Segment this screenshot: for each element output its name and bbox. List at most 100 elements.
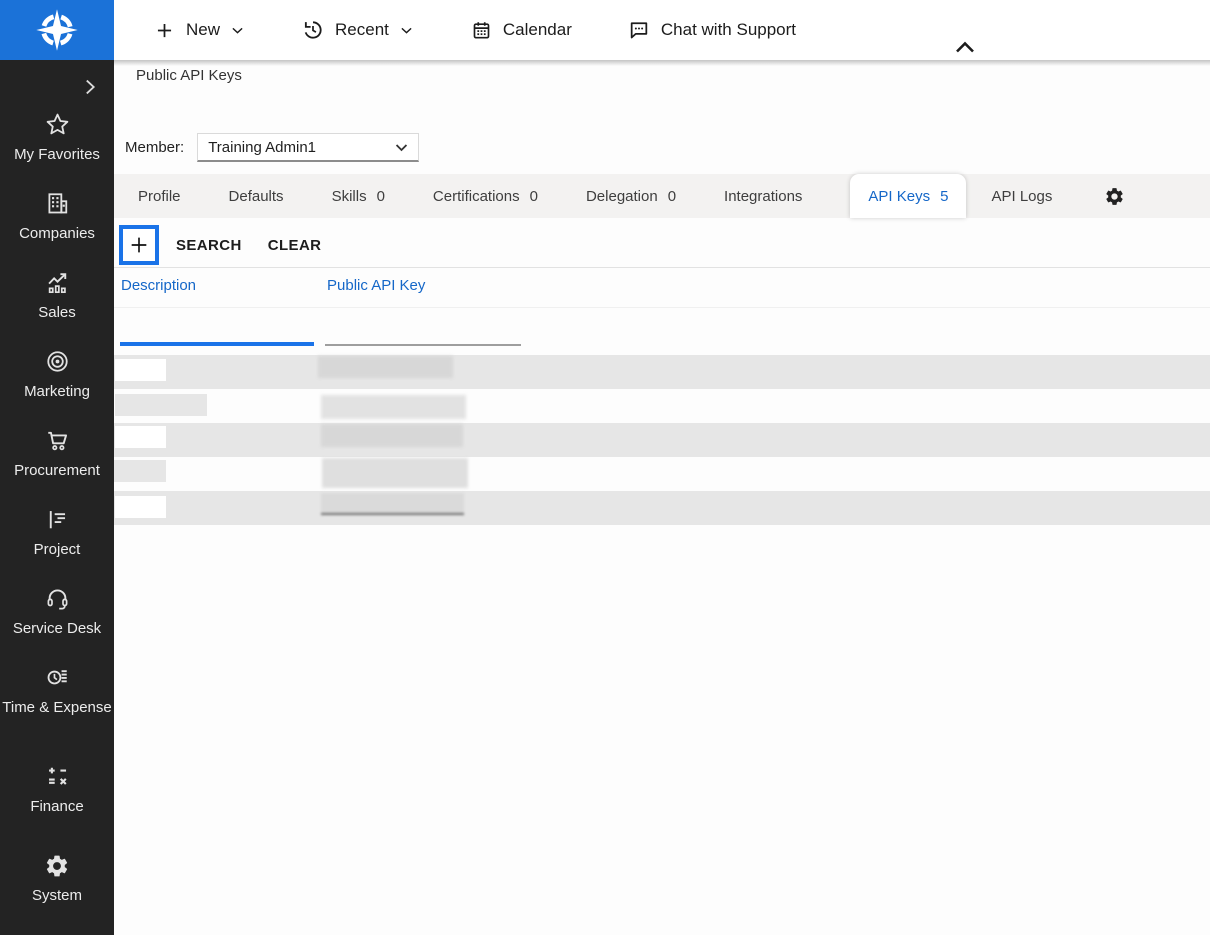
sidebar-item-label: System: [32, 886, 82, 906]
description-filter-input[interactable]: [120, 316, 314, 346]
sidebar-item-marketing[interactable]: Marketing: [0, 347, 114, 426]
gear-icon: [44, 852, 70, 879]
search-button[interactable]: SEARCH: [176, 237, 242, 254]
breadcrumb: Public API Keys: [136, 67, 242, 84]
tab-api-keys[interactable]: API Keys 5: [850, 174, 966, 218]
clear-button[interactable]: CLEAR: [268, 237, 322, 254]
chat-icon: [628, 19, 650, 41]
tab-count: 5: [940, 188, 948, 205]
tab-delegation[interactable]: Delegation 0: [586, 188, 676, 205]
sidebar-item-finance[interactable]: Finance: [0, 762, 114, 841]
main-content: Public API Keys Member: Training Admin1 …: [114, 60, 1210, 935]
cart-icon: [44, 427, 71, 454]
tab-label: Profile: [138, 188, 181, 205]
redacted-api-key-cell: [322, 458, 468, 488]
table-toolbar: SEARCH CLEAR: [119, 225, 321, 265]
menu-label: Recent: [335, 20, 389, 40]
tab-label: API Keys: [868, 188, 930, 205]
history-icon: [302, 19, 324, 41]
tab-certifications[interactable]: Certifications 0: [433, 188, 538, 205]
table-row[interactable]: [114, 423, 1210, 457]
chevron-down-icon: [398, 22, 415, 39]
sidebar-item-companies[interactable]: Companies: [0, 189, 114, 268]
table-row[interactable]: [114, 457, 1210, 491]
column-header-description[interactable]: Description: [121, 277, 196, 294]
sidebar-nav: My Favorites Companies: [0, 60, 114, 935]
chevron-down-icon: [229, 22, 246, 39]
member-select[interactable]: Training Admin1: [197, 133, 419, 162]
sidebar-item-sales[interactable]: Sales: [0, 268, 114, 347]
redacted-description-cell: [115, 359, 166, 381]
new-menu-button[interactable]: New: [154, 20, 246, 41]
sidebar-item-service-desk[interactable]: Service Desk: [0, 584, 114, 663]
redacted-description-cell: [115, 496, 166, 518]
buildings-icon: [44, 190, 71, 217]
table-body: [114, 355, 1210, 525]
sidebar-item-label: Marketing: [24, 382, 90, 402]
add-api-key-button[interactable]: [119, 225, 159, 265]
sidebar-item-label: Procurement: [14, 461, 100, 481]
tab-label: Skills: [332, 188, 367, 205]
toolbar-divider: [114, 267, 1210, 268]
tab-skills[interactable]: Skills 0: [332, 188, 385, 205]
public-api-key-filter-input[interactable]: [325, 316, 521, 346]
sidebar-item-project[interactable]: Project: [0, 505, 114, 584]
tab-label: API Logs: [991, 188, 1052, 205]
target-icon: [44, 348, 71, 375]
menu-label: Chat with Support: [661, 20, 796, 40]
sidebar-item-procurement[interactable]: Procurement: [0, 426, 114, 505]
tab-api-logs[interactable]: API Logs: [991, 188, 1052, 205]
compass-icon: [34, 7, 80, 53]
tab-count: 0: [530, 188, 538, 205]
recent-menu-button[interactable]: Recent: [302, 19, 415, 41]
table-row[interactable]: [114, 355, 1210, 389]
time-expense-icon: [44, 664, 71, 691]
top-bar: New Recent: [0, 0, 1210, 60]
chat-with-support-button[interactable]: Chat with Support: [628, 19, 796, 41]
star-icon: [44, 111, 71, 138]
member-label: Member:: [125, 139, 184, 156]
top-menu: New Recent: [154, 19, 852, 41]
redacted-api-key-cell: [321, 424, 463, 447]
sidebar-item-label: Service Desk: [13, 619, 101, 639]
sidebar-item-label: Time & Expense: [2, 698, 112, 718]
tab-profile[interactable]: Profile: [138, 188, 181, 205]
redacted-description-cell: [115, 394, 207, 416]
tab-label: Certifications: [433, 188, 520, 205]
sidebar-item-time-expense[interactable]: Time & Expense: [0, 663, 114, 762]
sidebar-item-label: Finance: [30, 797, 83, 817]
tab-count: 0: [668, 188, 676, 205]
member-select-value: Training Admin1: [208, 139, 316, 156]
redacted-api-key-cell: [318, 356, 453, 378]
tab-label: Defaults: [229, 188, 284, 205]
calendar-menu-button[interactable]: Calendar: [471, 20, 572, 41]
calendar-icon: [471, 20, 492, 41]
menu-label: Calendar: [503, 20, 572, 40]
tab-integrations[interactable]: Integrations: [724, 188, 802, 205]
header-divider: [114, 307, 1210, 308]
chevron-up-icon[interactable]: [953, 38, 977, 56]
gear-icon[interactable]: [1104, 186, 1125, 207]
redacted-api-key-cell: [321, 493, 464, 515]
connectwise-logo[interactable]: [0, 0, 114, 60]
sidebar-item-my-favorites[interactable]: My Favorites: [0, 110, 114, 189]
table-header: Description Public API Key: [114, 274, 1210, 307]
chevron-right-icon[interactable]: [79, 74, 101, 100]
column-header-public-api-key[interactable]: Public API Key: [327, 277, 425, 294]
table-row[interactable]: [114, 491, 1210, 525]
tab-count: 0: [377, 188, 385, 205]
tab-label: Delegation: [586, 188, 658, 205]
table-row[interactable]: [114, 389, 1210, 423]
plus-icon: [128, 234, 150, 256]
redacted-api-key-cell: [321, 395, 466, 419]
tab-defaults[interactable]: Defaults: [229, 188, 284, 205]
redacted-description-cell: [114, 460, 166, 482]
sidebar-item-label: Companies: [19, 224, 95, 244]
sidebar-item-system[interactable]: System: [0, 851, 114, 930]
sales-chart-icon: [44, 269, 71, 296]
finance-math-icon: [44, 763, 71, 790]
tab-label: Integrations: [724, 188, 802, 205]
member-row: Member: Training Admin1: [125, 133, 419, 162]
menu-label: New: [186, 20, 220, 40]
sidebar-item-label: Project: [34, 540, 81, 560]
